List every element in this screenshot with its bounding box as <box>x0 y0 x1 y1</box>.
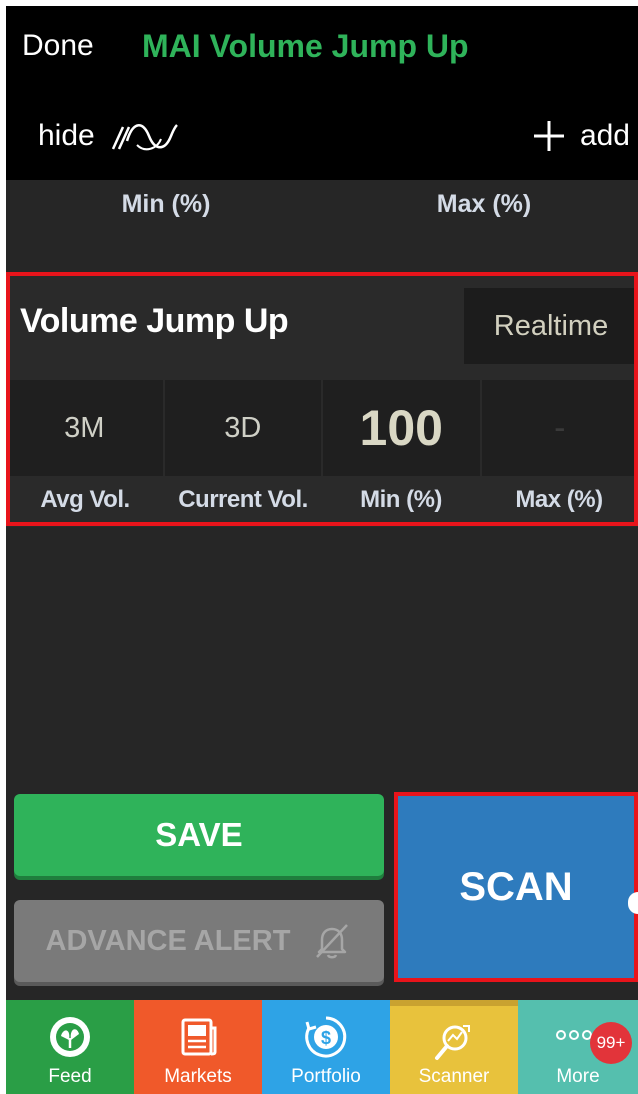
done-button[interactable]: Done <box>22 26 94 66</box>
criteria-title: Volume Jump Up <box>20 302 289 340</box>
tab-portfolio-label: Portfolio <box>291 1066 361 1087</box>
scan-button[interactable]: SCAN <box>394 792 638 982</box>
previous-min-label: Min (%) <box>121 190 211 218</box>
max-percent-cell[interactable]: - <box>481 380 638 476</box>
tab-markets[interactable]: Markets <box>134 1000 262 1094</box>
current-vol-cell[interactable]: 3D <box>164 380 321 476</box>
save-button[interactable]: SAVE <box>14 794 384 876</box>
bottom-tab-bar: Feed Markets $ Portfolio Scanner 99+ Mor… <box>6 1000 638 1094</box>
tab-markets-label: Markets <box>164 1066 232 1087</box>
tab-scanner-label: Scanner <box>418 1066 490 1087</box>
criteria-values: 3M 3D 100 - <box>6 380 638 476</box>
add-button[interactable]: add <box>532 114 630 158</box>
tab-portfolio[interactable]: $ Portfolio <box>262 1000 390 1094</box>
hide-label: hide <box>38 119 95 152</box>
tab-feed-label: Feed <box>48 1066 92 1087</box>
leaf-icon <box>50 1017 90 1057</box>
top-header: Done MAI Volume Jump Up hide add <box>6 6 638 180</box>
tab-more[interactable]: 99+ More <box>518 1000 638 1094</box>
add-label: add <box>579 119 630 152</box>
newspaper-icon <box>181 1018 217 1056</box>
previous-criterion-row: Min (%) Max (%) <box>6 180 638 272</box>
min-percent-label: Min (%) <box>360 486 442 513</box>
tab-scanner[interactable]: Scanner <box>390 1000 518 1094</box>
app-frame: Done MAI Volume Jump Up hide add Min (%)… <box>6 6 638 1094</box>
current-vol-label: Current Vol. <box>178 486 308 513</box>
criteria-labels: Avg Vol. Current Vol. Min (%) Max (%) <box>6 480 638 520</box>
realtime-mode-button[interactable]: Realtime <box>464 288 638 364</box>
criteria-card: Volume Jump Up Realtime 3M 3D 100 - Avg … <box>6 272 638 527</box>
tab-feed[interactable]: Feed <box>6 1000 134 1094</box>
advance-alert-button[interactable]: ADVANCE ALERT <box>14 900 384 982</box>
notification-badge: 99+ <box>590 1022 632 1064</box>
advance-alert-label: ADVANCE ALERT <box>45 924 291 957</box>
max-percent-label: Max (%) <box>515 486 603 513</box>
tab-more-label: More <box>556 1066 600 1087</box>
hide-button[interactable]: hide <box>38 114 181 158</box>
avg-vol-cell[interactable]: 3M <box>6 380 163 476</box>
dollar-coin-icon: $ <box>305 1016 347 1058</box>
wave-icon <box>111 124 178 151</box>
previous-max-label: Max (%) <box>436 190 532 218</box>
avg-vol-label: Avg Vol. <box>40 486 130 513</box>
magnifier-icon <box>435 1025 470 1060</box>
page-title: MAI Volume Jump Up <box>142 28 469 64</box>
plus-icon <box>533 121 564 151</box>
bell-off-icon <box>316 924 349 959</box>
min-percent-cell[interactable]: 100 <box>323 380 480 476</box>
dots-icon <box>556 1030 592 1040</box>
svg-text:$: $ <box>321 1028 331 1048</box>
